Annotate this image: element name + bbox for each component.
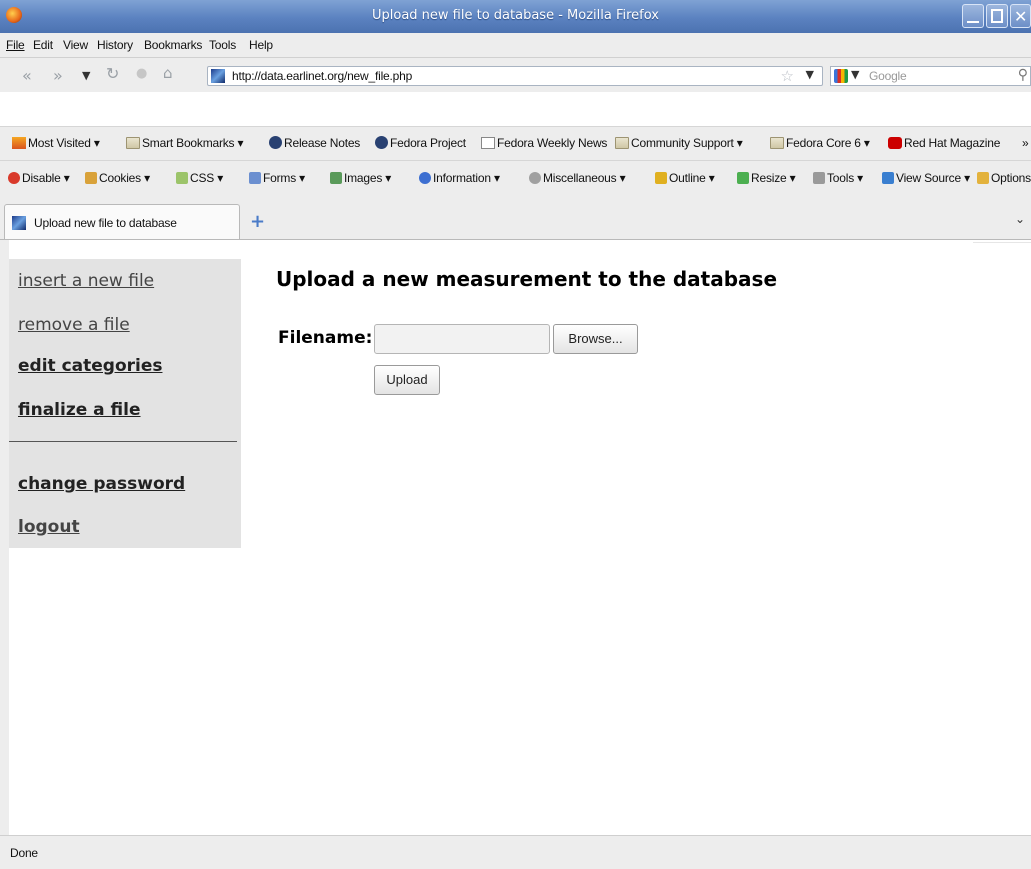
miscellaneous-icon bbox=[529, 172, 541, 184]
resize-icon bbox=[737, 172, 749, 184]
home-icon[interactable]: ⌂ bbox=[163, 65, 173, 81]
content-top-rule bbox=[973, 242, 1031, 245]
menu-bookmarks[interactable]: Bookmarks bbox=[144, 38, 202, 52]
dev-resize[interactable]: Resize ▾ bbox=[737, 171, 796, 185]
google-icon[interactable] bbox=[834, 69, 848, 83]
tab-list-chevron-icon[interactable]: ⌄ bbox=[1015, 212, 1025, 226]
bookmark-smart-bookmarks[interactable]: Smart Bookmarks ▾ bbox=[126, 136, 244, 150]
tab-strip: Upload new file to database + ⌄ bbox=[0, 199, 1031, 240]
information-icon bbox=[419, 172, 431, 184]
dev-tools[interactable]: Tools ▾ bbox=[813, 171, 863, 185]
close-window-button[interactable]: ✕ bbox=[1010, 4, 1031, 28]
navigation-toolbar: « » ▼ ↻ ● ⌂ http://data.earlinet.org/new… bbox=[0, 58, 1031, 92]
upload-button[interactable]: Upload bbox=[374, 365, 440, 395]
outline-icon bbox=[655, 172, 667, 184]
search-placeholder: Google bbox=[869, 69, 907, 83]
browse-button[interactable]: Browse... bbox=[553, 324, 638, 354]
site-favicon-icon bbox=[211, 69, 225, 83]
menu-file[interactable]: File bbox=[6, 38, 25, 52]
bookmark-star-icon[interactable]: ☆ bbox=[781, 67, 794, 85]
search-bar[interactable]: ▼ Google ⚲ bbox=[830, 66, 1031, 86]
filename-label: Filename: bbox=[278, 328, 373, 348]
url-dropdown-icon[interactable]: ▼ bbox=[806, 68, 814, 81]
bookmark-fedora-core-6[interactable]: Fedora Core 6 ▾ bbox=[770, 136, 870, 150]
forward-icon[interactable]: » bbox=[53, 68, 63, 84]
developer-toolbar: Disable ▾ Cookies ▾ CSS ▾ Forms ▾ Images… bbox=[0, 160, 1031, 199]
minimize-button[interactable] bbox=[962, 4, 984, 28]
folder-icon bbox=[615, 137, 629, 149]
redhat-icon bbox=[888, 137, 902, 149]
css-icon bbox=[176, 172, 188, 184]
status-text: Done bbox=[10, 846, 38, 860]
sidebar-item-edit-categories[interactable]: edit categories bbox=[18, 356, 162, 376]
bookmark-red-hat-magazine[interactable]: Red Hat Magazine bbox=[888, 136, 1000, 150]
window-left-edge bbox=[0, 240, 9, 835]
sidebar-item-finalize-file[interactable]: finalize a file bbox=[18, 400, 141, 420]
bookmark-fedora-project[interactable]: Fedora Project bbox=[375, 136, 466, 150]
images-icon bbox=[330, 172, 342, 184]
view-source-icon bbox=[882, 172, 894, 184]
dev-disable[interactable]: Disable ▾ bbox=[8, 171, 70, 185]
sidebar-navigation: insert a new file remove a file edit cat… bbox=[9, 259, 241, 548]
most-visited-icon bbox=[12, 137, 26, 149]
menu-help[interactable]: Help bbox=[249, 38, 273, 52]
feed-icon bbox=[481, 137, 495, 149]
maximize-button[interactable] bbox=[986, 4, 1008, 28]
new-tab-plus-icon[interactable]: + bbox=[250, 211, 265, 232]
history-dropdown-icon[interactable]: ▼ bbox=[82, 68, 90, 84]
bookmarks-overflow-icon[interactable]: » bbox=[1022, 136, 1029, 150]
page-content: insert a new file remove a file edit cat… bbox=[9, 240, 1031, 835]
menu-edit[interactable]: Edit bbox=[33, 38, 53, 52]
dev-view-source[interactable]: View Source ▾ bbox=[882, 171, 970, 185]
bookmark-community-support[interactable]: Community Support ▾ bbox=[615, 136, 743, 150]
status-bar: Done bbox=[0, 835, 1031, 869]
dev-options[interactable]: Options bbox=[977, 171, 1031, 185]
menu-history[interactable]: History bbox=[97, 38, 133, 52]
tab-label: Upload new file to database bbox=[34, 216, 177, 230]
back-icon[interactable]: « bbox=[22, 68, 32, 84]
dev-forms[interactable]: Forms ▾ bbox=[249, 171, 305, 185]
tab-upload-new-file[interactable]: Upload new file to database bbox=[4, 204, 240, 239]
search-icon[interactable]: ⚲ bbox=[1018, 67, 1028, 83]
menu-view[interactable]: View bbox=[63, 38, 88, 52]
dev-information[interactable]: Information ▾ bbox=[419, 171, 500, 185]
window-title: Upload new file to database - Mozilla Fi… bbox=[372, 8, 659, 23]
site-favicon-icon bbox=[12, 216, 26, 230]
page-title: Upload a new measurement to the database bbox=[276, 267, 778, 291]
sidebar-item-logout[interactable]: logout bbox=[18, 517, 80, 537]
dev-cookies[interactable]: Cookies ▾ bbox=[85, 171, 150, 185]
url-text: http://data.earlinet.org/new_file.php bbox=[232, 69, 413, 83]
options-icon bbox=[977, 172, 989, 184]
folder-icon bbox=[770, 137, 784, 149]
disable-icon bbox=[8, 172, 20, 184]
dev-css[interactable]: CSS ▾ bbox=[176, 171, 223, 185]
search-engine-dropdown-icon[interactable]: ▼ bbox=[851, 68, 859, 81]
cookies-icon bbox=[85, 172, 97, 184]
tools-icon bbox=[813, 172, 825, 184]
dev-outline[interactable]: Outline ▾ bbox=[655, 171, 715, 185]
dev-miscellaneous[interactable]: Miscellaneous ▾ bbox=[529, 171, 626, 185]
menu-tools[interactable]: Tools bbox=[209, 38, 236, 52]
sidebar-item-insert-new-file[interactable]: insert a new file bbox=[18, 271, 154, 291]
file-path-input[interactable] bbox=[374, 324, 550, 354]
sidebar-item-remove-file[interactable]: remove a file bbox=[18, 315, 130, 335]
reload-icon[interactable]: ↻ bbox=[106, 66, 119, 82]
bookmark-most-visited[interactable]: Most Visited ▾ bbox=[12, 136, 100, 150]
folder-icon bbox=[126, 137, 140, 149]
bookmark-fedora-weekly-news[interactable]: Fedora Weekly News bbox=[481, 136, 607, 150]
menu-bar: File Edit View History Bookmarks Tools H… bbox=[0, 33, 1031, 58]
fedora-icon bbox=[375, 136, 388, 149]
bookmarks-toolbar: Most Visited ▾ Smart Bookmarks ▾ Release… bbox=[0, 126, 1031, 160]
stop-icon[interactable]: ● bbox=[136, 66, 147, 82]
sidebar-item-change-password[interactable]: change password bbox=[18, 474, 185, 494]
sidebar-divider bbox=[9, 441, 237, 442]
window-titlebar: Upload new file to database - Mozilla Fi… bbox=[0, 0, 1031, 33]
url-bar[interactable]: http://data.earlinet.org/new_file.php ☆ … bbox=[207, 66, 823, 86]
dev-images[interactable]: Images ▾ bbox=[330, 171, 391, 185]
fedora-icon bbox=[269, 136, 282, 149]
forms-icon bbox=[249, 172, 261, 184]
bookmark-release-notes[interactable]: Release Notes bbox=[269, 136, 360, 150]
